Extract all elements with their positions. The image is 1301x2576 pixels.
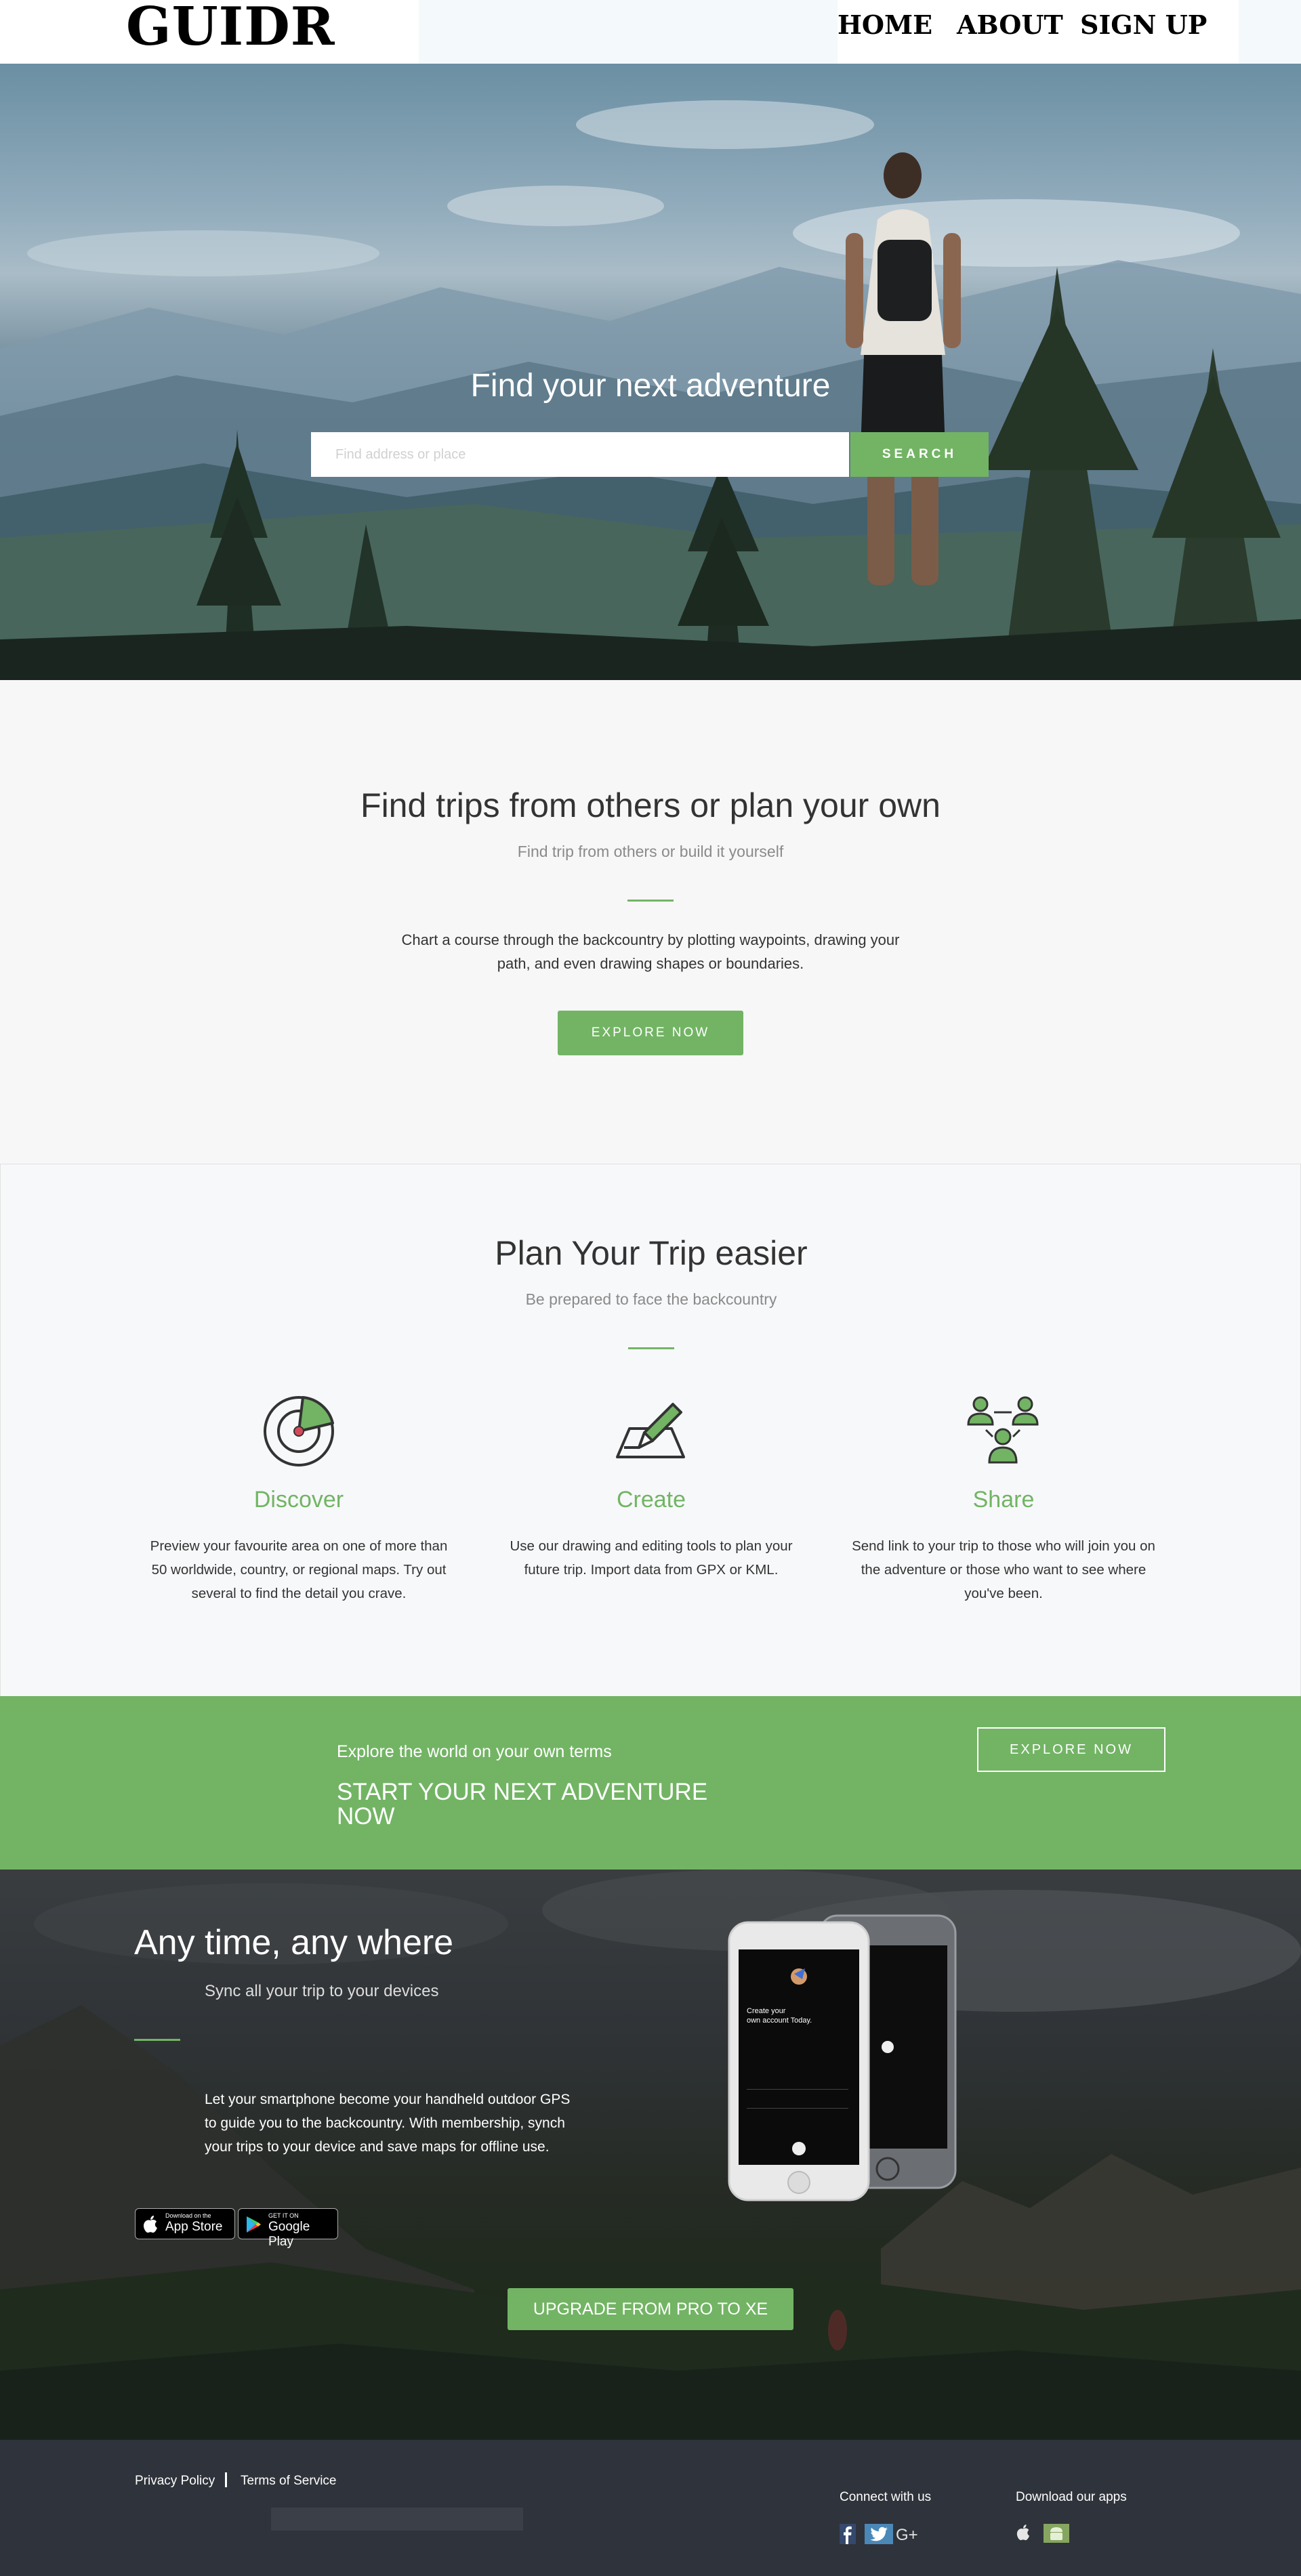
nav-sign-up[interactable]: SIGN UP [1080,9,1207,40]
google-plus-icon[interactable]: G+ [896,2524,920,2544]
site-header: GUIDR HOME ABOUT SIGN UP [0,0,1301,64]
feature-text-line: the adventure or those who want to see w… [861,1562,1147,1578]
radar-icon [264,1396,334,1466]
google-play-icon [247,2216,261,2233]
privacy-policy-link[interactable]: Privacy Policy [135,2474,215,2489]
find-trips-section: Find trips from others or plan your own … [0,680,1301,1164]
section-divider [628,1347,674,1349]
feature-text-line: future trip. Import data from GPX or KML… [524,1562,779,1578]
apple-icon[interactable] [1016,2524,1031,2541]
hero-title: Find your next adventure [470,368,831,404]
apps-section: Any time, any where Sync all your trip t… [0,1870,1301,2440]
apps-divider [134,2039,180,2041]
search-input[interactable] [311,432,849,477]
section-title: Plan Your Trip easier [495,1234,808,1272]
hero-section: Find your next adventure SEARCH [0,64,1301,680]
people-share-icon [967,1396,1039,1464]
phones-mockup-image: Create your own account Today. [728,1914,957,2201]
search-button[interactable]: SEARCH [850,432,989,477]
section-text: Chart a course through the backcountry b… [379,928,922,975]
section-subtitle: Be prepared to face the backcountry [525,1290,777,1308]
facebook-icon[interactable] [840,2524,856,2544]
apps-description: Let your smartphone become your handheld… [205,2092,571,2155]
feature-title-share: Share [972,1487,1035,1513]
section-title: Find trips from others or plan your own [360,786,941,824]
explore-now-button[interactable]: EXPLORE NOW [558,1011,743,1055]
cta-band: Explore the world on your own terms STAR… [0,1696,1301,1870]
upgrade-button[interactable]: UPGRADE FROM PRO TO XE [508,2288,793,2330]
section-text-line: Chart a course through the backcountry b… [401,931,900,948]
feature-text-discover: Preview your favourite area on one of mo… [136,1534,461,1605]
apps-subtitle: Sync all your trip to your devices [205,1982,439,2000]
apple-icon [144,2216,157,2233]
app-store-badge[interactable]: Download on the App Store [135,2208,235,2239]
footer-separator [225,2472,227,2487]
app-store-label: App Store [165,2220,223,2234]
feature-text-line: you've been. [964,1586,1043,1601]
nav-about[interactable]: ABOUT [957,9,1063,40]
feature-text-line: Send link to your trip to those who will… [852,1538,1155,1554]
section-subtitle: Find trip from others or build it yourse… [517,843,784,860]
nav-home[interactable]: HOME [838,9,932,40]
feature-title-discover: Discover [253,1487,344,1513]
cta-headline: START YOUR NEXT ADVENTURE NOW [337,1779,708,1830]
plan-trip-section: Plan Your Trip easier Be prepared to fac… [0,1164,1301,1696]
google-play-badge[interactable]: GET IT ON Google Play [238,2208,338,2249]
app-store-small-text: Download on the [165,2212,211,2219]
feature-text-line: several to find the detail you crave. [191,1586,407,1601]
section-text-line: path, and even drawing shapes or boundar… [497,955,804,972]
pencil-draw-icon [616,1403,685,1458]
feature-text-create: Use our drawing and editing tools to pla… [489,1534,814,1582]
logo-container: GUIDR [0,0,419,64]
google-play-label: Google Play [268,2220,310,2249]
phone-screen-text: own account Today. [747,2017,812,2025]
terms-of-service-link[interactable]: Terms of Service [241,2474,336,2489]
google-play-small-text: GET IT ON [268,2212,299,2219]
feature-text-share: Send link to your trip to those who will… [841,1534,1166,1605]
feature-text-line: Preview your favourite area on one of mo… [150,1538,448,1554]
section-divider [627,900,674,902]
twitter-icon[interactable] [865,2524,893,2544]
main-nav: HOME ABOUT SIGN UP [838,0,1239,64]
download-heading: Download our apps [1016,2490,1127,2504]
feature-title-create: Create [616,1487,686,1513]
feature-text-line: Use our drawing and editing tools to pla… [510,1538,793,1554]
footer-placeholder-bar [271,2508,523,2531]
cta-tagline: Explore the world on your own terms [337,1742,612,1761]
site-footer: Privacy Policy Terms of Service Connect … [0,2440,1301,2576]
cta-explore-now-button[interactable]: EXPLORE NOW [977,1727,1165,1772]
feature-text-line: 50 worldwide, country, or regional maps.… [151,1562,447,1578]
android-icon[interactable] [1044,2524,1069,2543]
connect-heading: Connect with us [840,2490,932,2504]
site-logo[interactable]: GUIDR [126,0,335,58]
phone-screen-text: Create your [747,2007,786,2015]
svg-text:G+: G+ [896,2526,918,2544]
apps-title: Any time, any where [134,1923,454,1962]
